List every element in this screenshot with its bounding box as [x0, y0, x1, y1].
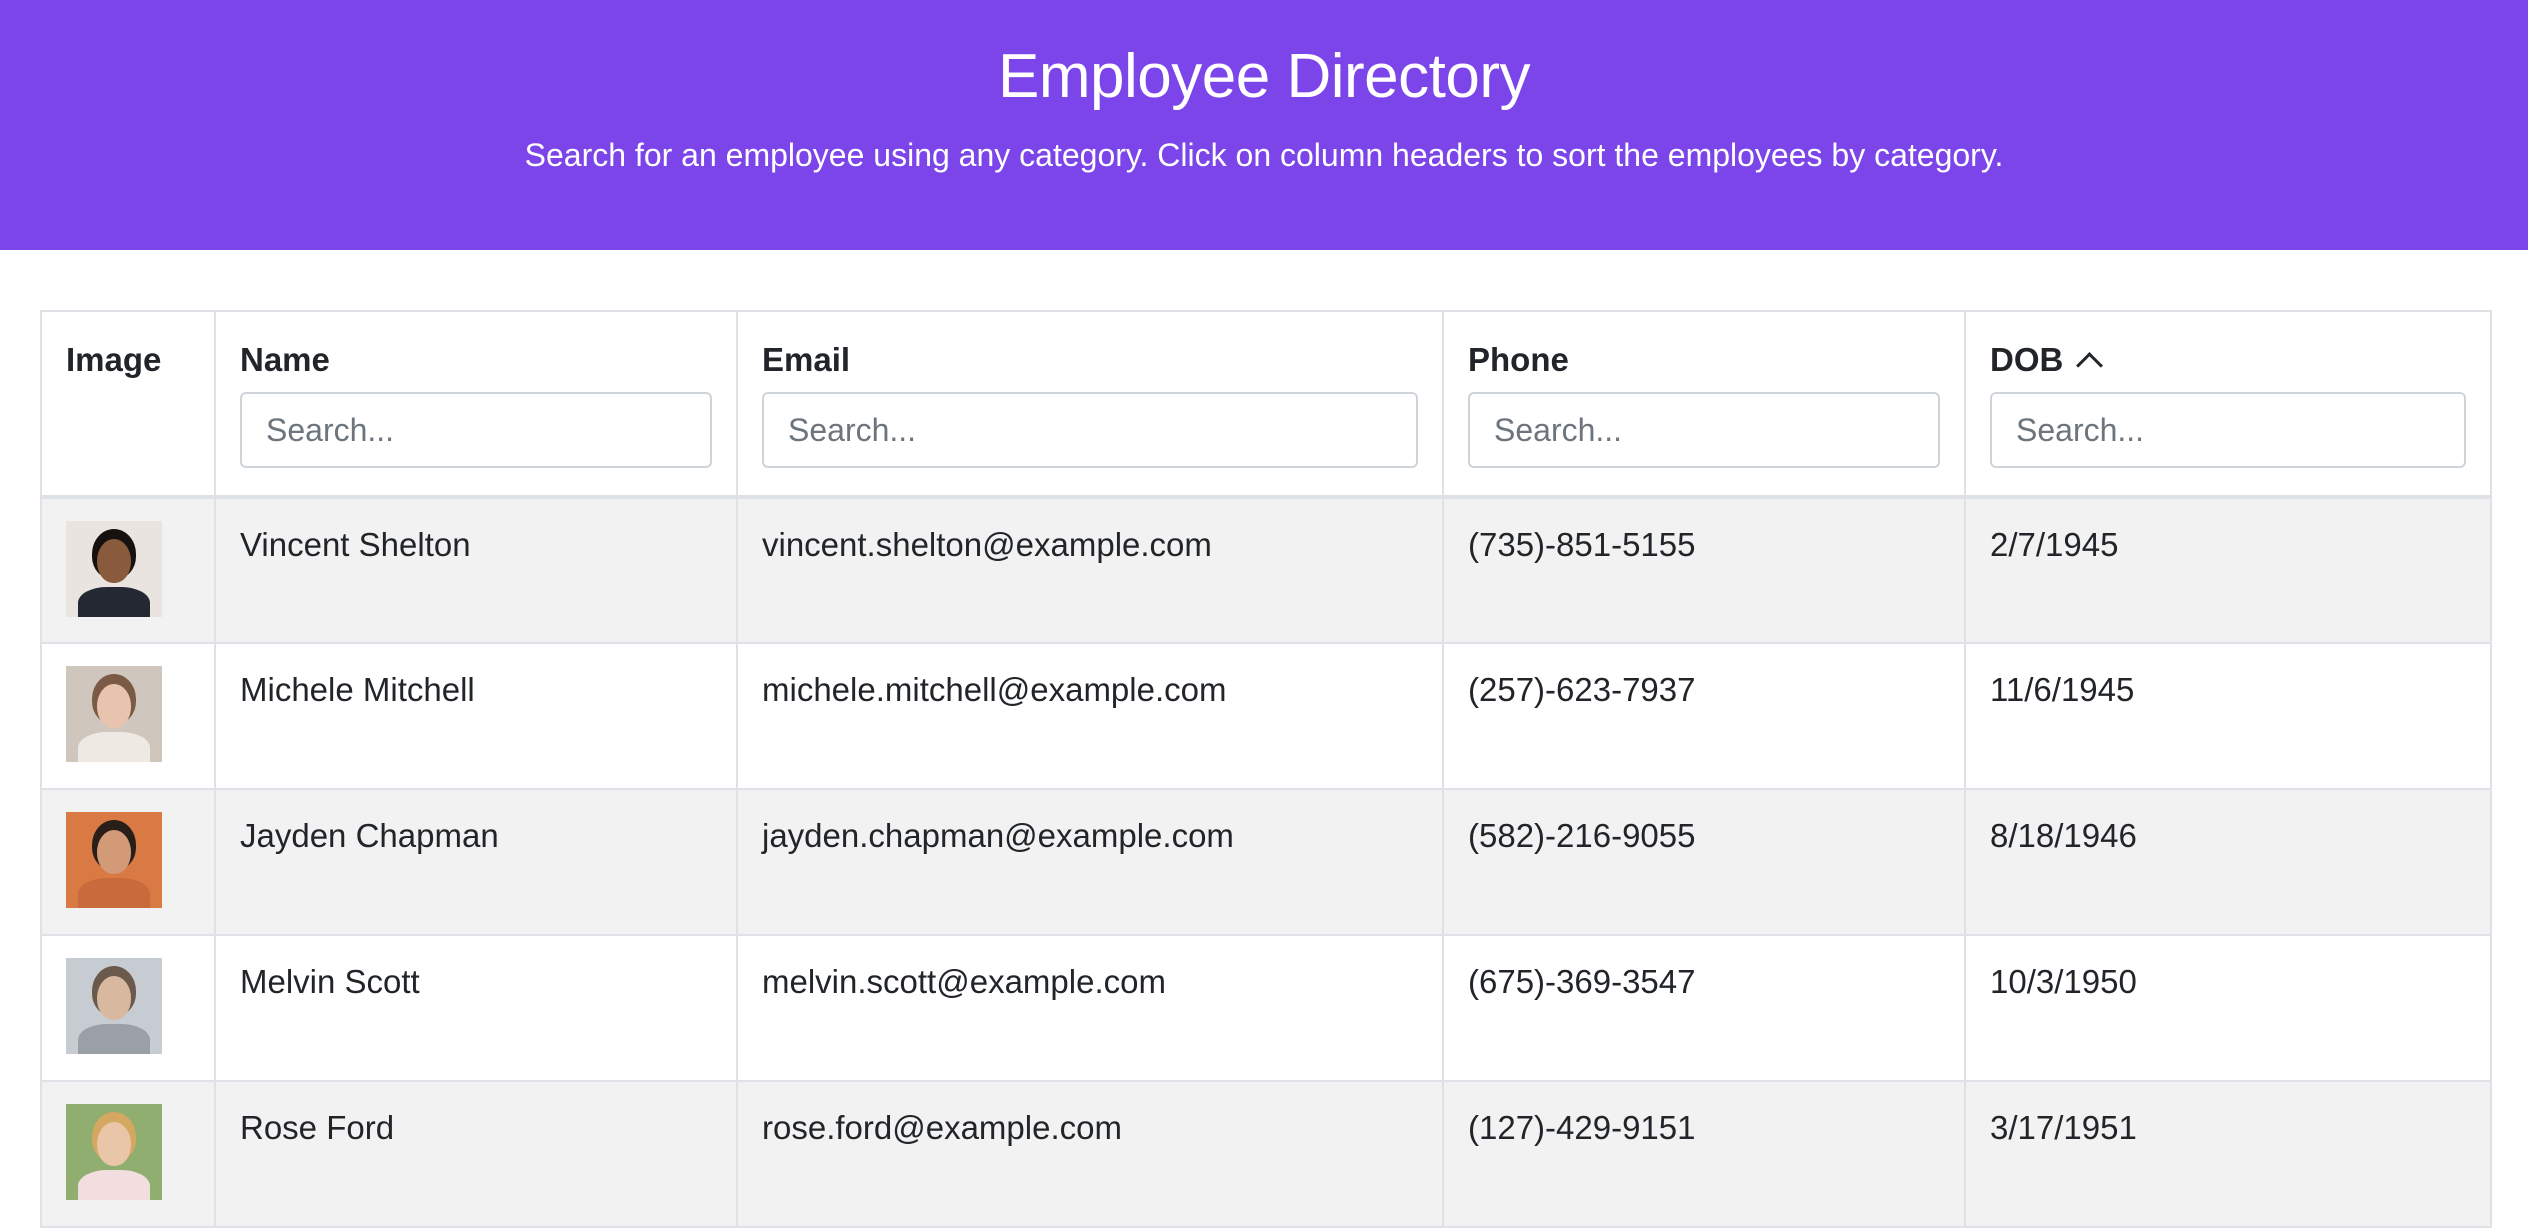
- avatar-shoulders: [78, 1024, 150, 1054]
- phone-cell: (582)-216-9055: [1442, 788, 1966, 936]
- dob-cell: 3/17/1951: [1964, 1080, 2492, 1228]
- avatar: [66, 521, 162, 617]
- avatar-shoulders: [78, 732, 150, 762]
- name-search-input[interactable]: [240, 392, 712, 468]
- table-row: Melvin Scott melvin.scott@example.com (675…: [40, 934, 2492, 1082]
- dob-cell: 2/7/1945: [1964, 496, 2492, 644]
- image-cell: [40, 934, 216, 1082]
- phone-cell: (127)-429-9151: [1442, 1080, 1966, 1228]
- column-label-phone[interactable]: Phone: [1468, 340, 1569, 380]
- column-header-dob[interactable]: DOB: [1964, 310, 2492, 499]
- avatar-face: [97, 684, 131, 728]
- page-header: Employee Directory Search for an employe…: [0, 0, 2528, 250]
- column-label-email[interactable]: Email: [762, 340, 850, 380]
- image-cell: [40, 1080, 216, 1228]
- header-row: Image Name Email Phone DOB: [40, 310, 2492, 499]
- name-cell: Rose Ford: [214, 1080, 738, 1228]
- phone-search-input[interactable]: [1468, 392, 1940, 468]
- table-body: Vincent Shelton vincent.shelton@example.c…: [40, 496, 2492, 1228]
- avatar-face: [97, 1122, 131, 1166]
- avatar-face: [97, 830, 131, 874]
- avatar: [66, 1104, 162, 1200]
- name-cell: Michele Mitchell: [214, 642, 738, 790]
- image-cell: [40, 496, 216, 644]
- email-search-input[interactable]: [762, 392, 1418, 468]
- email-cell: michele.mitchell@example.com: [736, 642, 1444, 790]
- phone-cell: (675)-369-3547: [1442, 934, 1966, 1082]
- email-cell: melvin.scott@example.com: [736, 934, 1444, 1082]
- column-header-phone[interactable]: Phone: [1442, 310, 1966, 499]
- employee-table: Image Name Email Phone DOB Vincent Shelt…: [40, 310, 2492, 1228]
- column-label-name[interactable]: Name: [240, 340, 330, 380]
- avatar: [66, 666, 162, 762]
- column-label-image: Image: [66, 341, 162, 378]
- avatar-shoulders: [78, 878, 150, 908]
- sort-ascending-icon[interactable]: [2073, 340, 2103, 380]
- email-cell: jayden.chapman@example.com: [736, 788, 1444, 936]
- table-row: Vincent Shelton vincent.shelton@example.c…: [40, 496, 2492, 644]
- avatar-face: [97, 539, 131, 583]
- phone-cell: (735)-851-5155: [1442, 496, 1966, 644]
- page-title: Employee Directory: [998, 42, 1530, 111]
- phone-cell: (257)-623-7937: [1442, 642, 1966, 790]
- table-row: Rose Ford rose.ford@example.com (127)-429-…: [40, 1080, 2492, 1228]
- dob-cell: 8/18/1946: [1964, 788, 2492, 936]
- column-header-name[interactable]: Name: [214, 310, 738, 499]
- table-row: Jayden Chapman jayden.chapman@example.com…: [40, 788, 2492, 936]
- name-cell: Vincent Shelton: [214, 496, 738, 644]
- page-subtitle: Search for an employee using any categor…: [524, 137, 2004, 173]
- avatar: [66, 812, 162, 908]
- table-header: Image Name Email Phone DOB: [40, 310, 2492, 499]
- column-label-dob[interactable]: DOB: [1990, 340, 2063, 380]
- avatar-face: [97, 976, 131, 1020]
- avatar: [66, 958, 162, 1054]
- email-cell: rose.ford@example.com: [736, 1080, 1444, 1228]
- dob-search-input[interactable]: [1990, 392, 2466, 468]
- column-header-email[interactable]: Email: [736, 310, 1444, 499]
- email-cell: vincent.shelton@example.com: [736, 496, 1444, 644]
- name-cell: Jayden Chapman: [214, 788, 738, 936]
- image-cell: [40, 788, 216, 936]
- dob-cell: 11/6/1945: [1964, 642, 2492, 790]
- name-cell: Melvin Scott: [214, 934, 738, 1082]
- column-header-image: Image: [40, 310, 216, 499]
- avatar-shoulders: [78, 587, 150, 617]
- avatar-shoulders: [78, 1170, 150, 1200]
- table-row: Michele Mitchell michele.mitchell@example…: [40, 642, 2492, 790]
- image-cell: [40, 642, 216, 790]
- dob-cell: 10/3/1950: [1964, 934, 2492, 1082]
